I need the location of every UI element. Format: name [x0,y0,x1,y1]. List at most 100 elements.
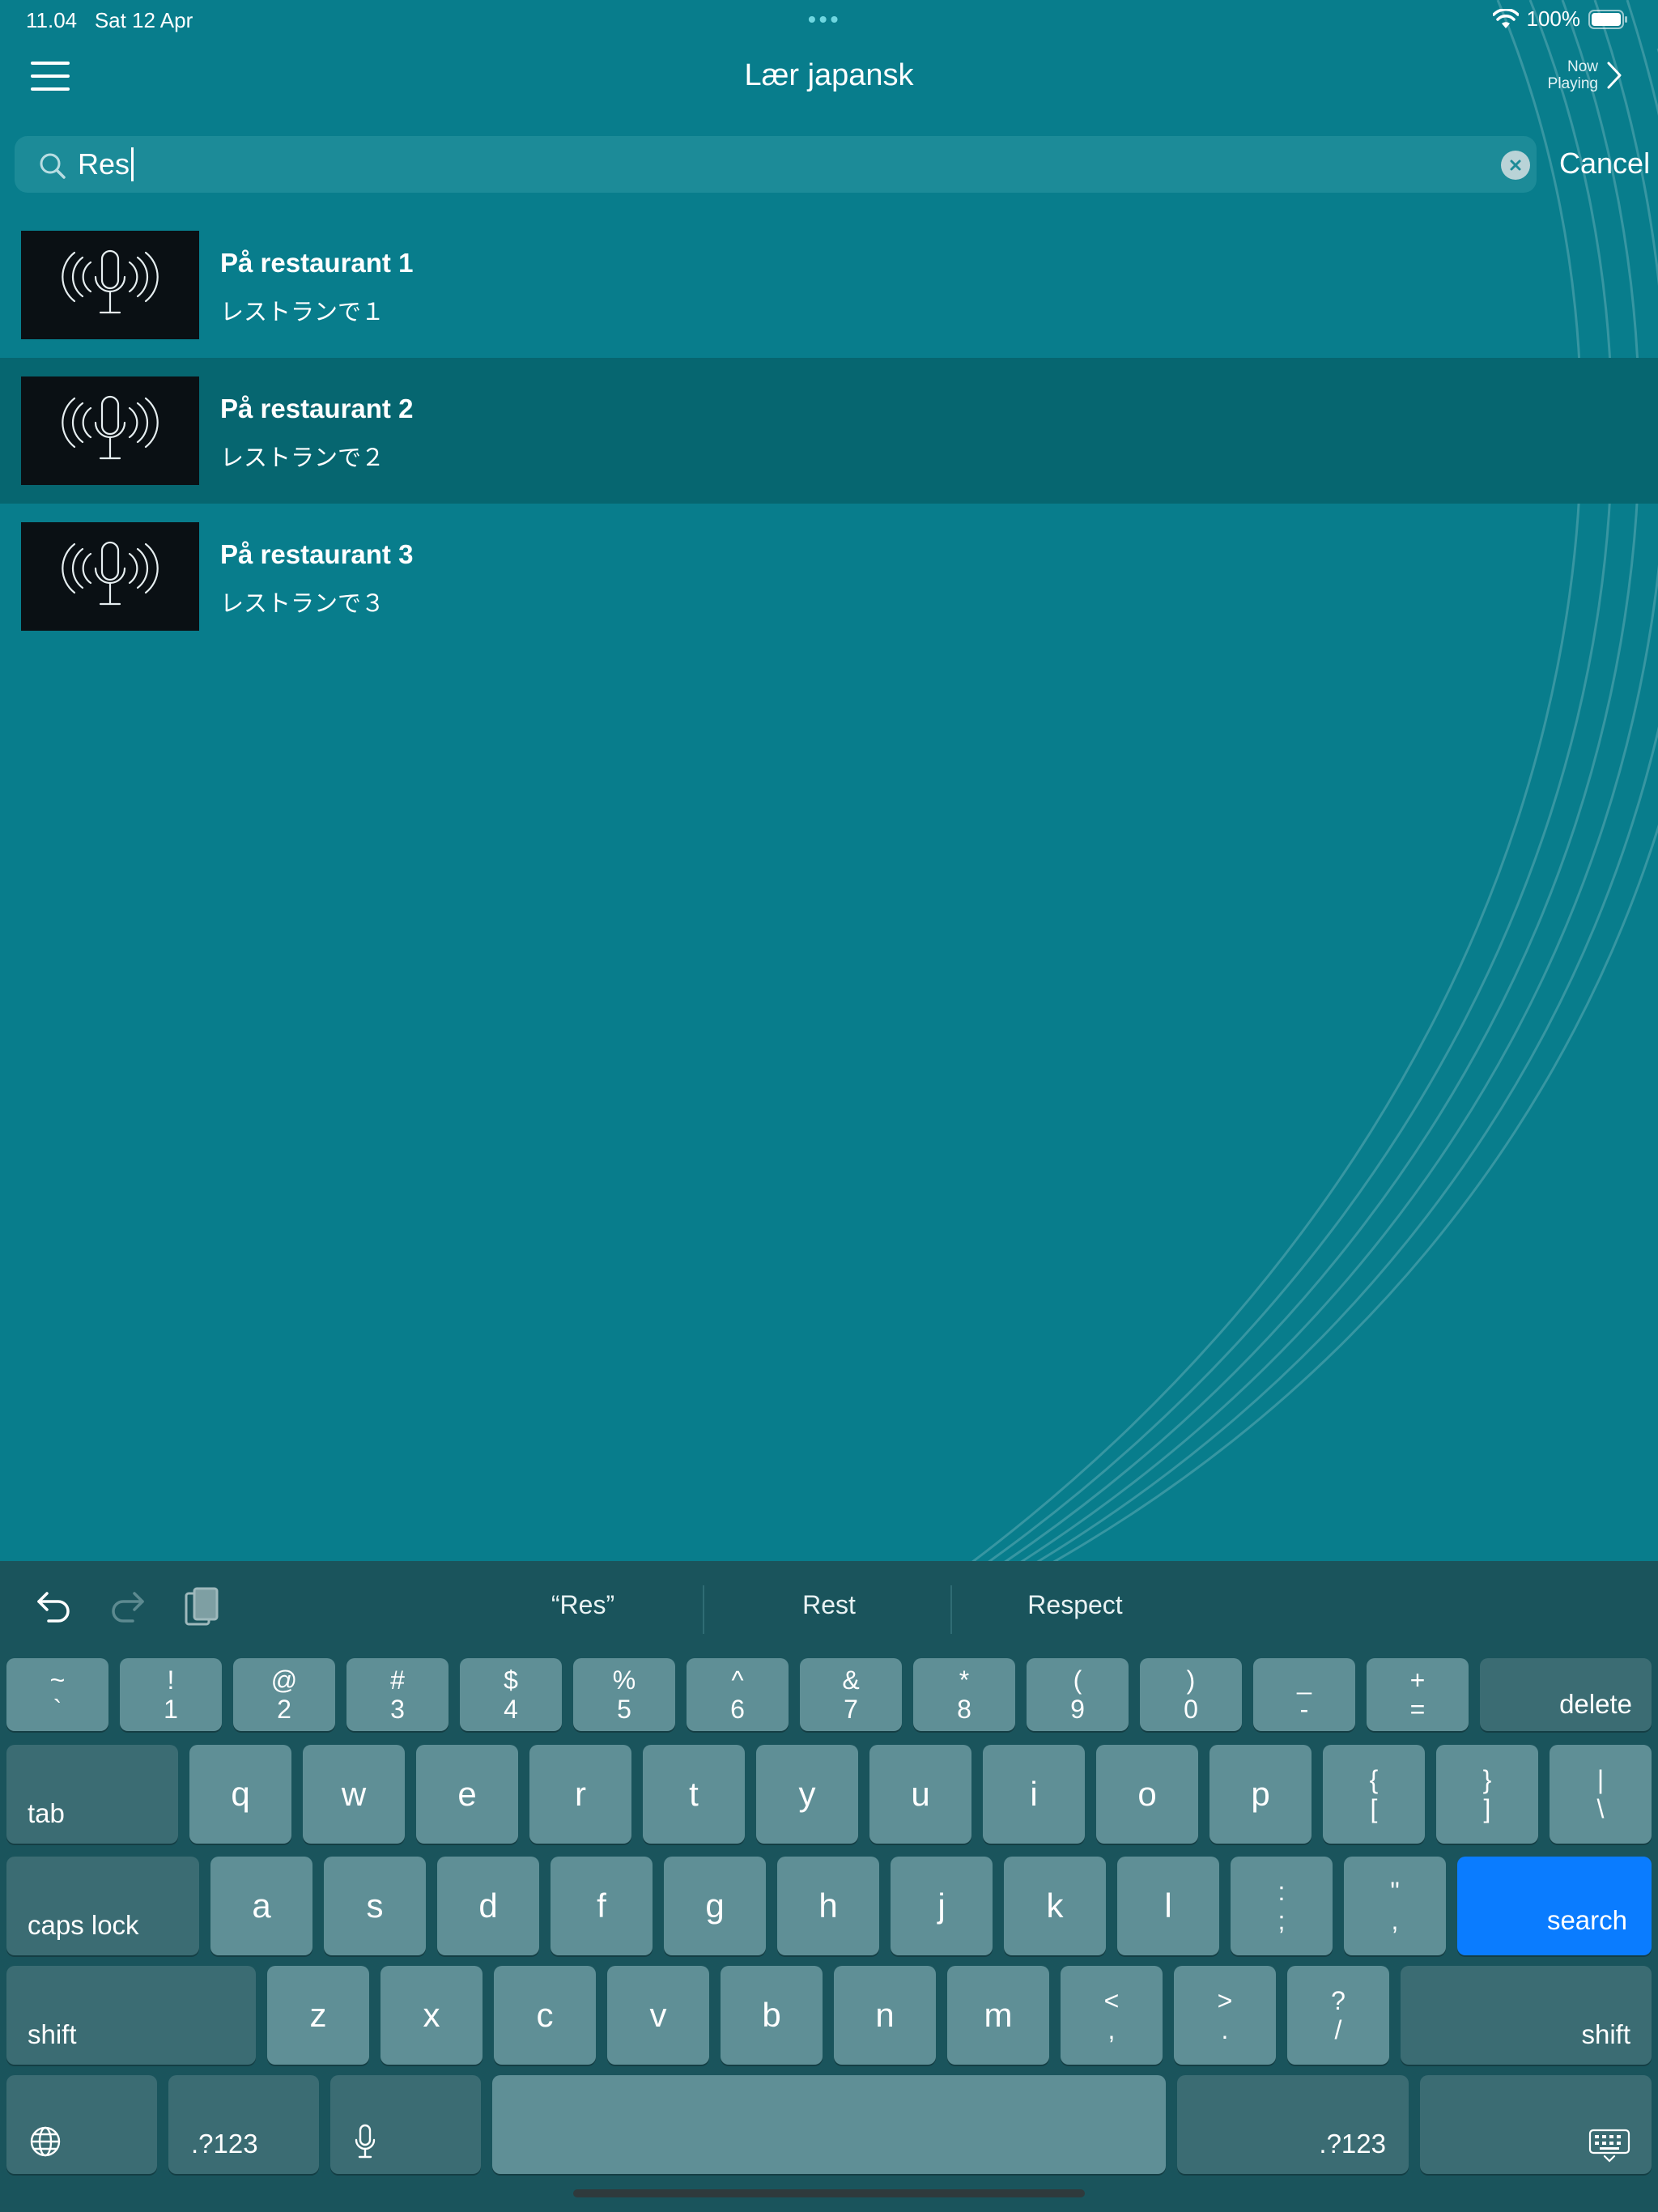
numbers-key-right[interactable]: .?123 [1177,2075,1409,2174]
keyboard-suggestion-bar: “Res” Rest Respect [0,1561,1658,1650]
key-letter[interactable]: b [721,1966,823,2065]
key-letter[interactable]: u [869,1745,971,1844]
search-field[interactable]: Res [15,136,1537,193]
text-caret [131,147,134,181]
key-number[interactable]: * 8 [913,1658,1015,1731]
key-number[interactable]: _ - [1253,1658,1355,1731]
key-number[interactable]: % 5 [573,1658,675,1731]
key-letter[interactable]: l [1117,1857,1219,1955]
key-number[interactable]: ! 1 [120,1658,222,1731]
paste-icon[interactable] [183,1585,220,1629]
key-letter[interactable]: t [643,1745,745,1844]
space-key[interactable] [492,2075,1166,2174]
result-row[interactable]: På restaurant 1 レストランで１ [0,212,1658,358]
dismiss-keyboard-key[interactable] [1420,2075,1652,2174]
key-letter[interactable]: o [1096,1745,1198,1844]
key-letter[interactable]: q [189,1745,291,1844]
microphone-thumbnail-icon [21,231,199,339]
result-subtitle: レストランで１ [220,300,385,325]
key-number[interactable]: ) 0 [1140,1658,1242,1731]
key-letter[interactable]: h [777,1857,879,1955]
key-letter[interactable]: r [529,1745,631,1844]
key-number[interactable]: ^ 6 [687,1658,789,1731]
result-title: På restaurant 2 [220,393,414,423]
key-letter[interactable]: i [983,1745,1085,1844]
key-symbol[interactable]: | \ [1550,1745,1652,1844]
search-input[interactable]: Res [78,146,134,183]
tab-key[interactable]: tab [6,1745,178,1844]
key-letter[interactable]: z [267,1966,369,2065]
suggestion-divider [950,1585,952,1634]
result-title: På restaurant 3 [220,539,414,569]
result-subtitle: レストランで３ [220,591,385,617]
globe-icon [30,2126,61,2157]
now-playing-label: Now Playing [1547,58,1598,92]
battery-icon [1588,9,1627,29]
result-row[interactable]: På restaurant 3 レストランで３ [0,504,1658,649]
key-number[interactable]: & 7 [800,1658,902,1731]
delete-key[interactable]: delete [1480,1658,1652,1731]
key-symbol[interactable]: }] [1436,1745,1538,1844]
key-symbol[interactable]: ? / [1287,1966,1389,2065]
status-date: Sat 12 Apr [94,8,193,32]
numbers-key-left[interactable]: .?123 [168,2075,319,2174]
globe-key[interactable] [6,2075,157,2174]
home-indicator [573,2189,1085,2197]
key-letter[interactable]: y [756,1745,858,1844]
key-number[interactable]: #3 [346,1658,449,1731]
clear-search-icon[interactable] [1501,151,1530,180]
wifi-icon [1492,8,1519,28]
key-letter[interactable]: e [416,1745,518,1844]
key-letter[interactable]: f [551,1857,653,1955]
microphone-thumbnail-icon [21,376,199,485]
shift-key-right[interactable]: shift [1401,1966,1652,2065]
suggestion-1[interactable]: “Res” [502,1590,664,1620]
chevron-right-icon [1607,62,1622,89]
key-number[interactable]: ~ ` [6,1658,108,1731]
key-letter[interactable]: w [303,1745,405,1844]
key-letter[interactable]: c [494,1966,596,2065]
status-right: 100% [1492,6,1630,32]
microphone-thumbnail-icon [21,522,199,631]
redo-icon[interactable] [108,1589,146,1626]
key-symbol[interactable]: <, [1061,1966,1163,2065]
key-number[interactable]: $4 [460,1658,562,1731]
suggestion-3[interactable]: Respect [994,1590,1156,1620]
key-symbol[interactable]: :; [1231,1857,1333,1955]
status-bar: 11.04 Sat 12 Apr ••• 100% [0,0,1658,39]
now-playing-button[interactable]: Now Playing [1548,58,1622,92]
result-row[interactable]: På restaurant 2 レストランで２ [0,358,1658,504]
key-letter[interactable]: n [834,1966,936,2065]
key-letter[interactable]: p [1209,1745,1312,1844]
key-symbol[interactable]: >. [1174,1966,1276,2065]
status-time: 11.04 Sat 12 Apr [26,8,193,32]
dictation-key[interactable] [330,2075,481,2174]
keyboard: “Res” Rest Respect ~ `! 1 @2 #3 $4% 5 ^ 6 & 7 * 8(9)… [0,1561,1658,2212]
result-subtitle: レストランで２ [220,445,385,471]
page-title: Lær japansk [744,58,914,92]
key-symbol[interactable]: ", [1344,1857,1446,1955]
shift-key-left[interactable]: shift [6,1966,256,2065]
key-number[interactable]: + = [1367,1658,1469,1731]
key-letter[interactable]: x [380,1966,483,2065]
suggestion-2[interactable]: Rest [748,1590,910,1620]
key-letter[interactable]: k [1004,1857,1106,1955]
keyboard-dismiss-icon [1588,2129,1630,2163]
key-letter[interactable]: v [607,1966,709,2065]
key-letter[interactable]: d [437,1857,539,1955]
key-letter[interactable]: g [664,1857,766,1955]
undo-icon[interactable] [36,1589,73,1626]
key-letter[interactable]: a [210,1857,312,1955]
key-letter[interactable]: j [891,1857,993,1955]
key-letter[interactable]: m [947,1966,1049,2065]
key-letter[interactable]: s [324,1857,426,1955]
key-symbol[interactable]: {[ [1323,1745,1425,1844]
search-key[interactable]: search [1457,1857,1652,1955]
key-number[interactable]: (9 [1027,1658,1129,1731]
multitasking-dots-icon[interactable]: ••• [808,6,841,32]
cancel-button[interactable]: Cancel [1559,147,1650,181]
caps-lock-key[interactable]: caps lock [6,1857,199,1955]
result-title: På restaurant 1 [220,248,414,278]
search-icon [40,153,66,179]
key-number[interactable]: @2 [233,1658,335,1731]
